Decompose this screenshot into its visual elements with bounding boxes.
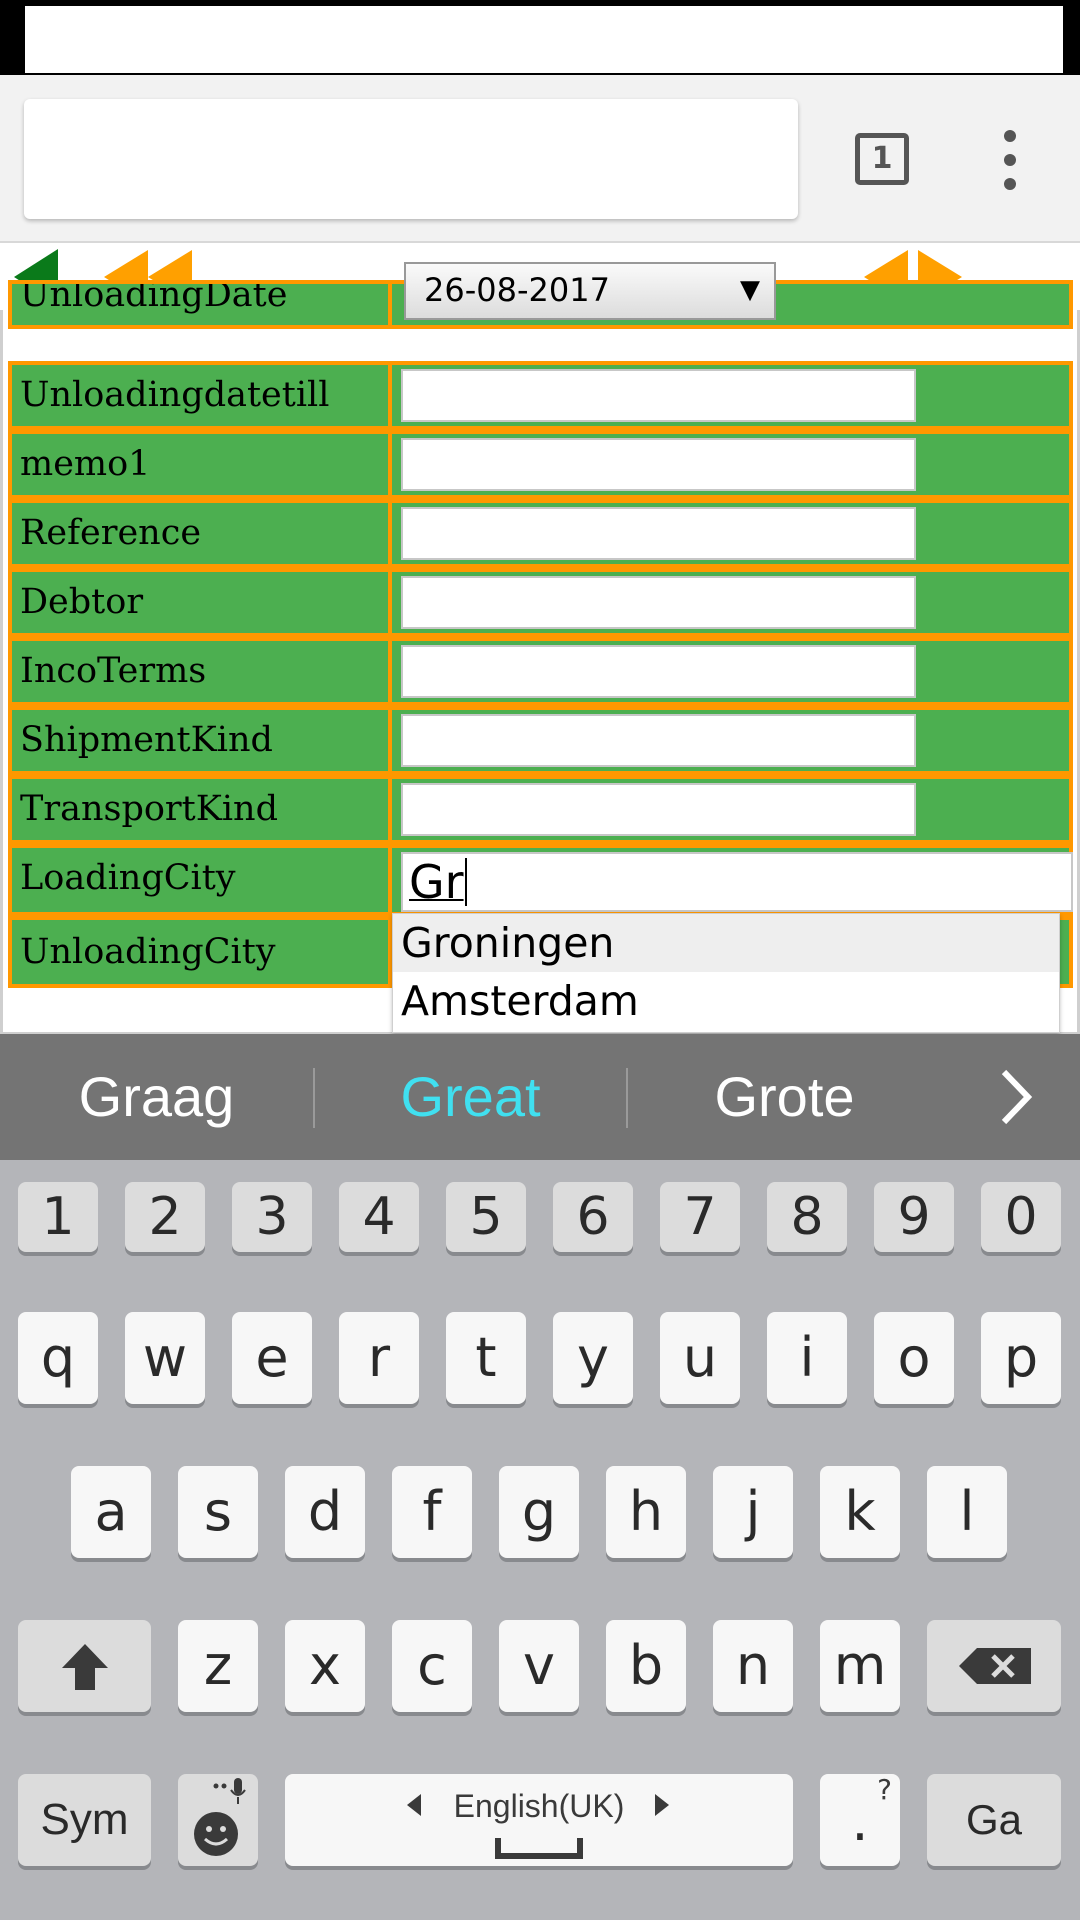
key-h[interactable]: h	[606, 1466, 686, 1558]
emoji-key[interactable]	[178, 1774, 258, 1866]
key-g[interactable]: g	[499, 1466, 579, 1558]
field-label: IncoTerms	[12, 641, 392, 702]
tab-switcher-button[interactable]: 1	[855, 133, 909, 185]
key-j[interactable]: j	[713, 1466, 793, 1558]
space-bar-icon	[495, 1838, 583, 1859]
incoterms-input[interactable]	[401, 645, 916, 698]
backspace-icon	[959, 1648, 1031, 1684]
key-5[interactable]: 5	[446, 1182, 526, 1252]
form-row-debtor: Debtor	[8, 568, 1073, 637]
emoji-icon	[194, 1812, 238, 1856]
key-0[interactable]: 0	[981, 1182, 1061, 1252]
go-key[interactable]: Ga	[927, 1774, 1061, 1866]
key-i[interactable]: i	[767, 1312, 847, 1404]
unloadingdatetill-input[interactable]	[401, 369, 916, 422]
key-b[interactable]: b	[606, 1620, 686, 1712]
form-row-memo1: memo1	[8, 430, 1073, 499]
autocomplete-dropdown: Groningen Amsterdam	[392, 913, 1060, 1033]
key-l[interactable]: l	[927, 1466, 1007, 1558]
form-row-unloadingdatetill: Unloadingdatetill	[8, 361, 1073, 430]
key-8[interactable]: 8	[767, 1182, 847, 1252]
form-row-reference: Reference	[8, 499, 1073, 568]
field-label: Debtor	[12, 572, 392, 633]
status-bar	[0, 0, 1080, 75]
form-row-transportkind: TransportKind	[8, 775, 1073, 844]
status-bar-area	[25, 6, 1063, 73]
field-label: UnloadingDate	[12, 284, 392, 325]
reference-input[interactable]	[401, 507, 916, 560]
field-label: Unloadingdatetill	[12, 365, 392, 426]
key-d[interactable]: d	[285, 1466, 365, 1558]
period-label: .	[851, 1790, 869, 1853]
shift-icon	[62, 1644, 108, 1690]
key-u[interactable]: u	[660, 1312, 740, 1404]
debtor-input[interactable]	[401, 576, 916, 629]
key-6[interactable]: 6	[553, 1182, 633, 1252]
suggestion-item-primary[interactable]: Great	[315, 1034, 626, 1160]
keyboard-suggestion-bar: Graag Great Grote	[0, 1034, 1080, 1160]
form-row-incoterms: IncoTerms	[8, 637, 1073, 706]
url-bar[interactable]	[24, 99, 798, 219]
memo1-input[interactable]	[401, 438, 916, 491]
key-2[interactable]: 2	[125, 1182, 205, 1252]
key-r[interactable]: r	[339, 1312, 419, 1404]
key-3[interactable]: 3	[232, 1182, 312, 1252]
chevron-right-icon[interactable]	[990, 1064, 1040, 1130]
key-4[interactable]: 4	[339, 1182, 419, 1252]
key-s[interactable]: s	[178, 1466, 258, 1558]
transportkind-input[interactable]	[401, 783, 916, 836]
key-q[interactable]: q	[18, 1312, 98, 1404]
chevron-down-icon: ▼	[740, 275, 760, 305]
form-row-unloading-date: UnloadingDate 26-08-2017 ▼	[8, 262, 1073, 329]
on-screen-keyboard: 1 2 3 4 5 6 7 8 9 0 q w e r t y u i o p …	[0, 1160, 1080, 1920]
arrow-right-icon	[655, 1794, 669, 1816]
key-m[interactable]: m	[820, 1620, 900, 1712]
key-1[interactable]: 1	[18, 1182, 98, 1252]
backspace-key[interactable]	[927, 1620, 1061, 1712]
key-y[interactable]: y	[553, 1312, 633, 1404]
key-v[interactable]: v	[499, 1620, 579, 1712]
microphone-icon	[213, 1778, 246, 1804]
form-row-loadingcity: LoadingCity Gr	[8, 844, 1073, 916]
key-c[interactable]: c	[392, 1620, 472, 1712]
autocomplete-option[interactable]: Amsterdam	[393, 972, 1059, 1030]
field-label: ShipmentKind	[12, 710, 392, 771]
suggestion-item[interactable]: Grote	[628, 1034, 941, 1160]
autocomplete-option[interactable]: Groningen	[393, 914, 1059, 972]
key-9[interactable]: 9	[874, 1182, 954, 1252]
field-label: TransportKind	[12, 779, 392, 840]
key-x[interactable]: x	[285, 1620, 365, 1712]
loadingcity-input[interactable]: Gr	[401, 852, 1073, 912]
key-7[interactable]: 7	[660, 1182, 740, 1252]
period-key[interactable]: ? .	[820, 1774, 900, 1866]
key-t[interactable]: t	[446, 1312, 526, 1404]
symbols-key[interactable]: Sym	[18, 1774, 151, 1866]
keyboard-language-label: English(UK)	[453, 1788, 625, 1824]
key-w[interactable]: w	[125, 1312, 205, 1404]
unloading-date-select[interactable]: 26-08-2017 ▼	[404, 262, 776, 320]
more-options-icon[interactable]	[995, 130, 1025, 190]
field-label: memo1	[12, 434, 392, 495]
key-k[interactable]: k	[820, 1466, 900, 1558]
shipmentkind-input[interactable]	[401, 714, 916, 767]
shift-key[interactable]	[18, 1620, 151, 1712]
space-key[interactable]: English(UK)	[285, 1774, 793, 1866]
field-label: LoadingCity	[12, 848, 392, 912]
key-z[interactable]: z	[178, 1620, 258, 1712]
suggestion-item[interactable]: Graag	[0, 1034, 313, 1160]
key-n[interactable]: n	[713, 1620, 793, 1712]
text-caret	[464, 858, 467, 906]
field-label: UnloadingCity	[12, 920, 392, 984]
key-p[interactable]: p	[981, 1312, 1061, 1404]
key-e[interactable]: e	[232, 1312, 312, 1404]
key-f[interactable]: f	[392, 1466, 472, 1558]
field-label: Reference	[12, 503, 392, 564]
key-o[interactable]: o	[874, 1312, 954, 1404]
key-a[interactable]: a	[71, 1466, 151, 1558]
form-row-shipmentkind: ShipmentKind	[8, 706, 1073, 775]
browser-toolbar: 1	[0, 75, 1080, 243]
